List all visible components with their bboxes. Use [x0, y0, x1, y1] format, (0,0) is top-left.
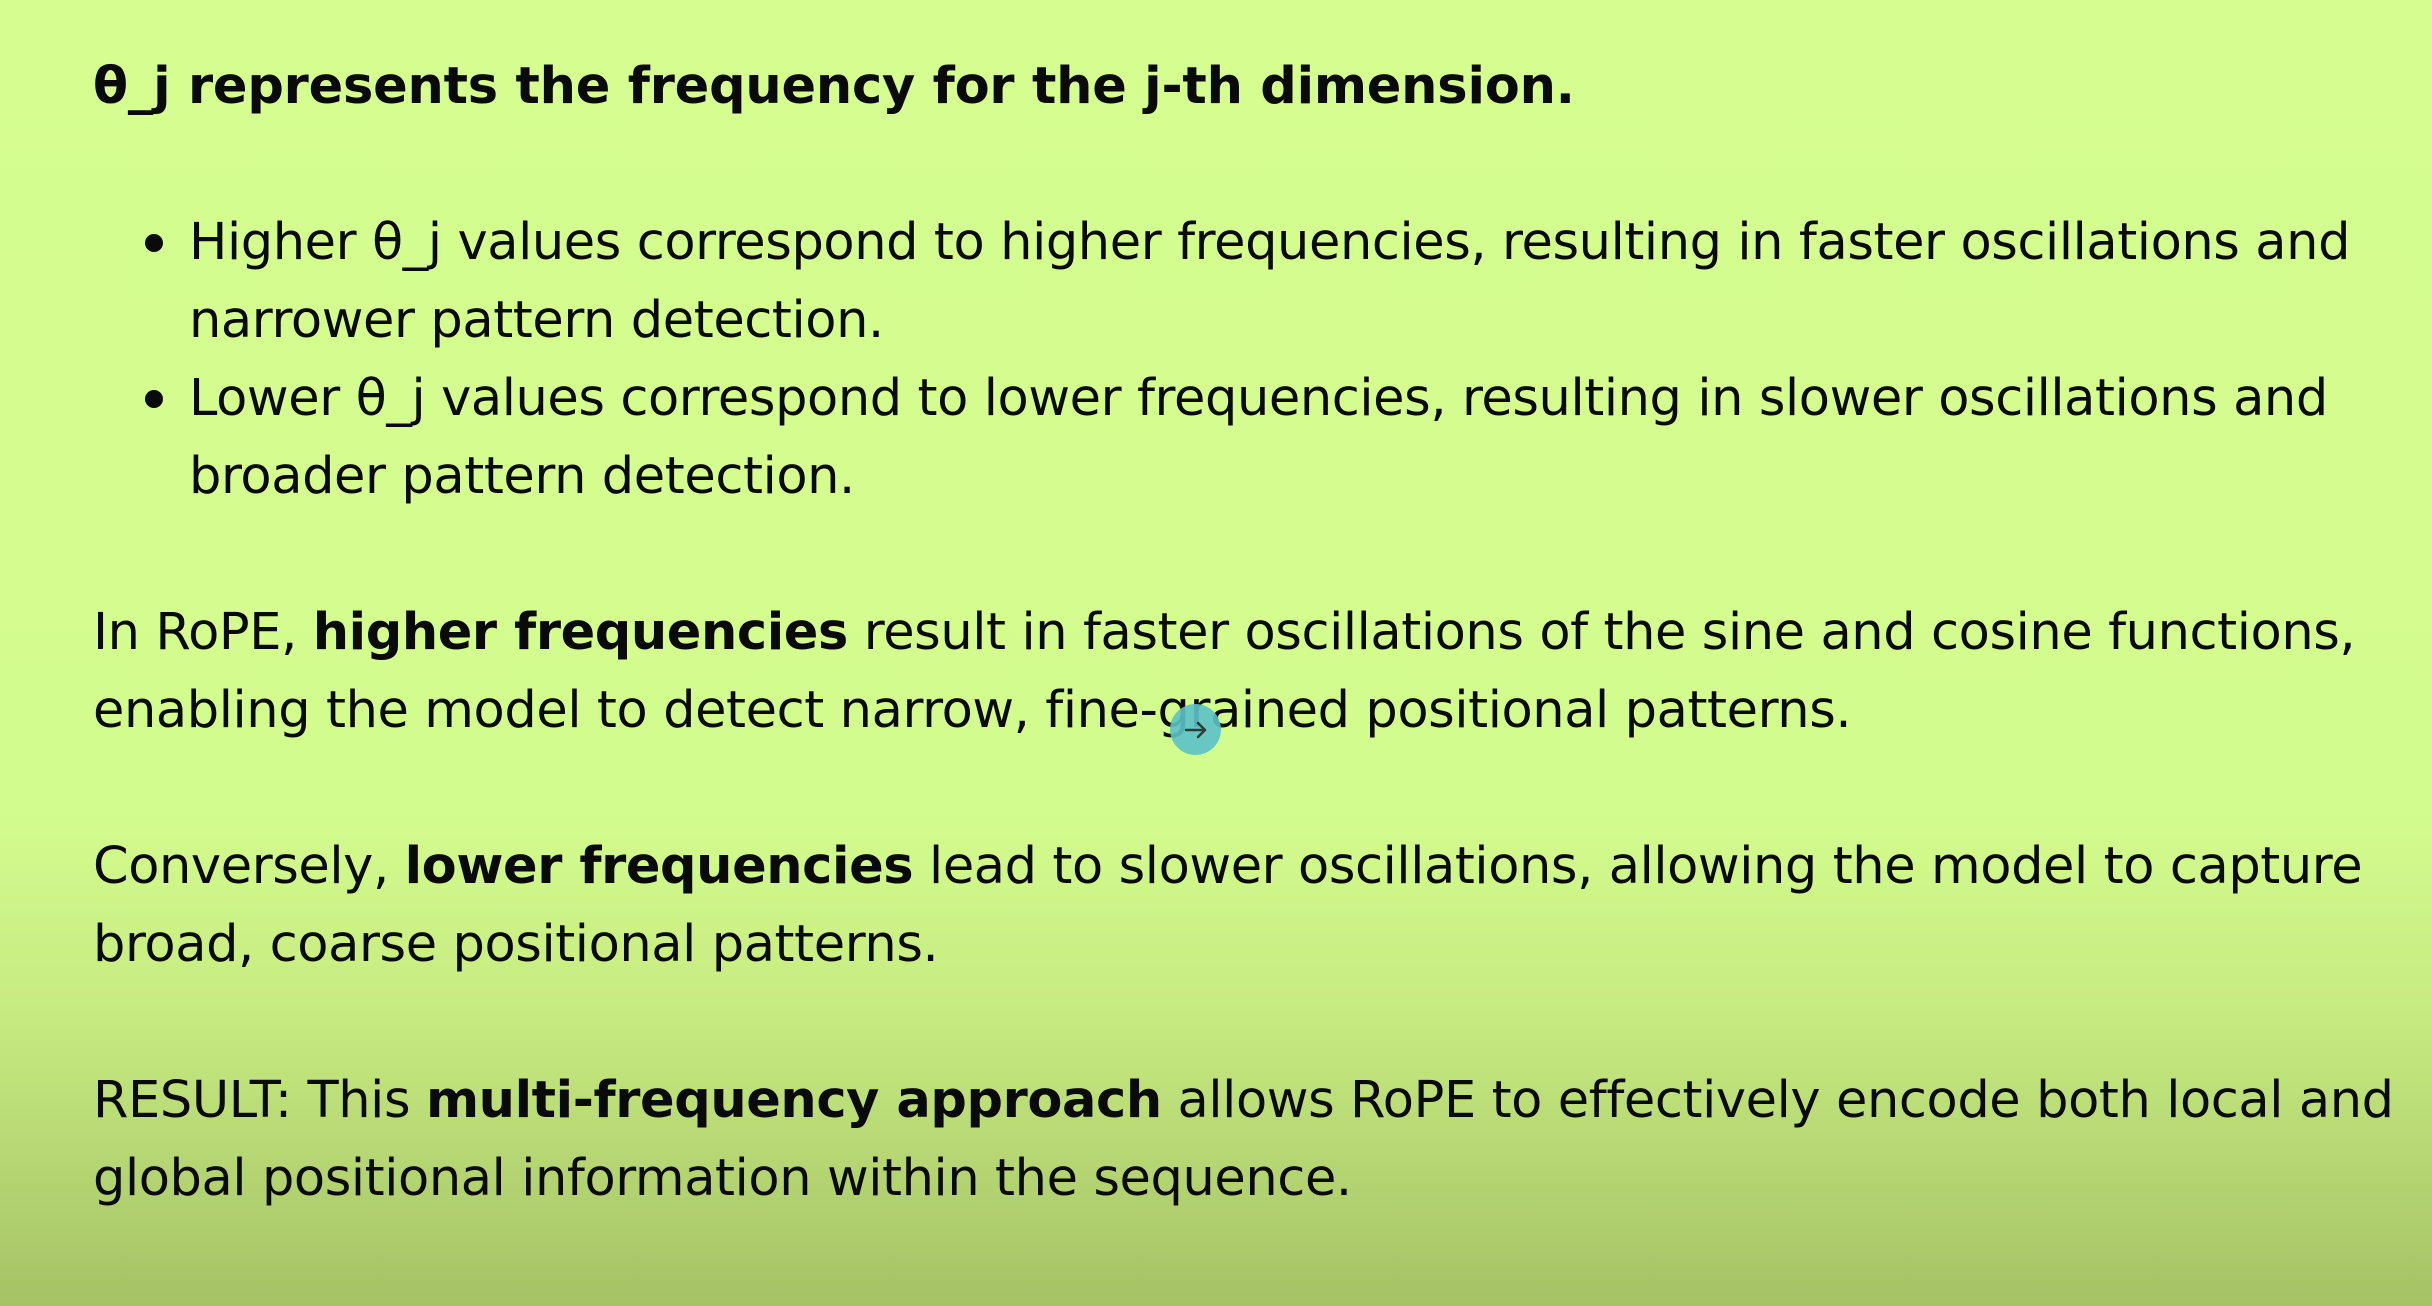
- document-content: θ_j represents the frequency for the j-t…: [93, 48, 2413, 1218]
- list-item: Lower θ_j values correspond to lower fre…: [93, 360, 2429, 516]
- list-item: Higher θ_j values correspond to higher f…: [93, 204, 2429, 360]
- bullet-list: Higher θ_j values correspond to higher f…: [93, 204, 2413, 516]
- bullet-dot-icon: [145, 234, 163, 252]
- bullet-dot-icon: [145, 390, 163, 408]
- paragraph-result: RESULT: This multi-frequency approach al…: [93, 1062, 2423, 1218]
- emphasis-text: higher frequencies: [312, 603, 849, 662]
- bullet-text: Higher θ_j values correspond to higher f…: [189, 213, 2351, 350]
- paragraph-higher-frequencies: In RoPE, higher frequencies result in fa…: [93, 594, 2423, 750]
- paragraph-text: RESULT: This: [93, 1071, 426, 1130]
- emphasis-text: lower frequencies: [404, 837, 914, 896]
- bullet-text: Lower θ_j values correspond to lower fre…: [189, 369, 2328, 506]
- emphasis-text: multi-frequency approach: [425, 1071, 1162, 1130]
- paragraph-lower-frequencies: Conversely, lower frequencies lead to sl…: [93, 828, 2423, 984]
- heading: θ_j represents the frequency for the j-t…: [93, 57, 1575, 116]
- paragraph-text: In RoPE,: [93, 603, 313, 662]
- paragraph-text: Conversely,: [93, 837, 405, 896]
- cursor-pointer: [1170, 704, 1221, 755]
- arrow-right-icon: [1184, 721, 1206, 738]
